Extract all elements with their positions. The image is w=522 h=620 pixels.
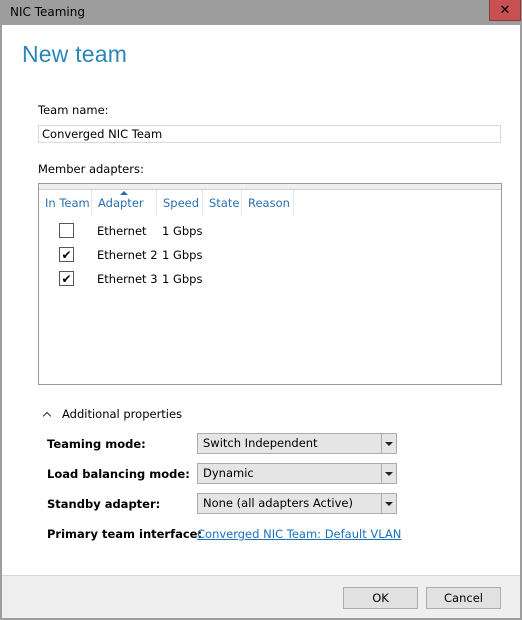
adapter-name: Ethernet [97, 224, 147, 238]
adapter-name: Ethernet 2 [97, 248, 158, 262]
additional-properties-toggle[interactable]: Additional properties [42, 407, 182, 421]
column-header-speed[interactable]: Speed [157, 190, 203, 216]
adapter-row[interactable]: Ethernet 1 Gbps [39, 220, 501, 242]
load-balancing-label: Load balancing mode: [47, 467, 190, 481]
teaming-mode-value: Switch Independent [203, 436, 318, 450]
window-title: NIC Teaming [10, 5, 85, 19]
load-balancing-dropdown[interactable]: Dynamic [197, 463, 397, 484]
member-adapters-list[interactable]: In Team Adapter Speed State Reason Ether… [38, 183, 502, 385]
standby-adapter-value: None (all adapters Active) [203, 496, 353, 510]
dropdown-arrow-icon [381, 464, 396, 483]
dialog-body: New team Team name: Converged NIC Team M… [2, 25, 520, 618]
page-title: New team [22, 41, 128, 67]
ok-button[interactable]: OK [343, 587, 418, 609]
load-balancing-value: Dynamic [203, 466, 254, 480]
team-name-input[interactable]: Converged NIC Team [38, 125, 501, 143]
adapter-name: Ethernet 3 [97, 272, 158, 286]
primary-interface-label: Primary team interface: [47, 527, 203, 541]
column-header-label: In Team [45, 196, 90, 210]
teaming-mode-dropdown[interactable]: Switch Independent [197, 433, 397, 454]
in-team-checkbox[interactable] [59, 223, 74, 238]
member-adapters-label: Member adapters: [38, 162, 144, 176]
adapter-row[interactable]: ✔ Ethernet 3 1 Gbps [39, 268, 501, 290]
cancel-button[interactable]: Cancel [426, 587, 501, 609]
adapter-speed: 1 Gbps [162, 248, 203, 262]
primary-interface-link[interactable]: Converged NIC Team: Default VLAN [197, 527, 401, 541]
column-header-label: Adapter [98, 196, 144, 210]
checkmark-icon: ✔ [61, 247, 72, 262]
dropdown-arrow-icon [381, 434, 396, 453]
adapter-speed: 1 Gbps [162, 224, 203, 238]
dialog-footer: OK Cancel [2, 575, 520, 618]
title-bar: NIC Teaming ✕ [0, 0, 522, 25]
sort-ascending-icon [120, 191, 128, 195]
column-header-label: Speed [163, 196, 200, 210]
close-button[interactable]: ✕ [489, 0, 521, 21]
standby-adapter-dropdown[interactable]: None (all adapters Active) [197, 493, 397, 514]
in-team-checkbox[interactable]: ✔ [59, 247, 74, 262]
adapter-row[interactable]: ✔ Ethernet 2 1 Gbps [39, 244, 501, 266]
dropdown-arrow-icon [381, 494, 396, 513]
standby-adapter-label: Standby adapter: [47, 497, 161, 511]
in-team-checkbox[interactable]: ✔ [59, 271, 74, 286]
team-name-label: Team name: [38, 103, 109, 117]
column-header-label: Reason [248, 196, 290, 210]
column-header-reason[interactable]: Reason [242, 190, 294, 216]
teaming-mode-label: Teaming mode: [47, 437, 146, 451]
close-icon: ✕ [499, 2, 511, 18]
column-header-label: State [209, 196, 240, 210]
additional-properties-label: Additional properties [62, 407, 183, 421]
adapter-speed: 1 Gbps [162, 272, 203, 286]
checkmark-icon: ✔ [61, 271, 72, 286]
chevron-up-icon [42, 411, 52, 420]
column-header-adapter[interactable]: Adapter [92, 190, 157, 216]
column-header-state[interactable]: State [203, 190, 242, 216]
column-header-in-team[interactable]: In Team [39, 190, 92, 216]
